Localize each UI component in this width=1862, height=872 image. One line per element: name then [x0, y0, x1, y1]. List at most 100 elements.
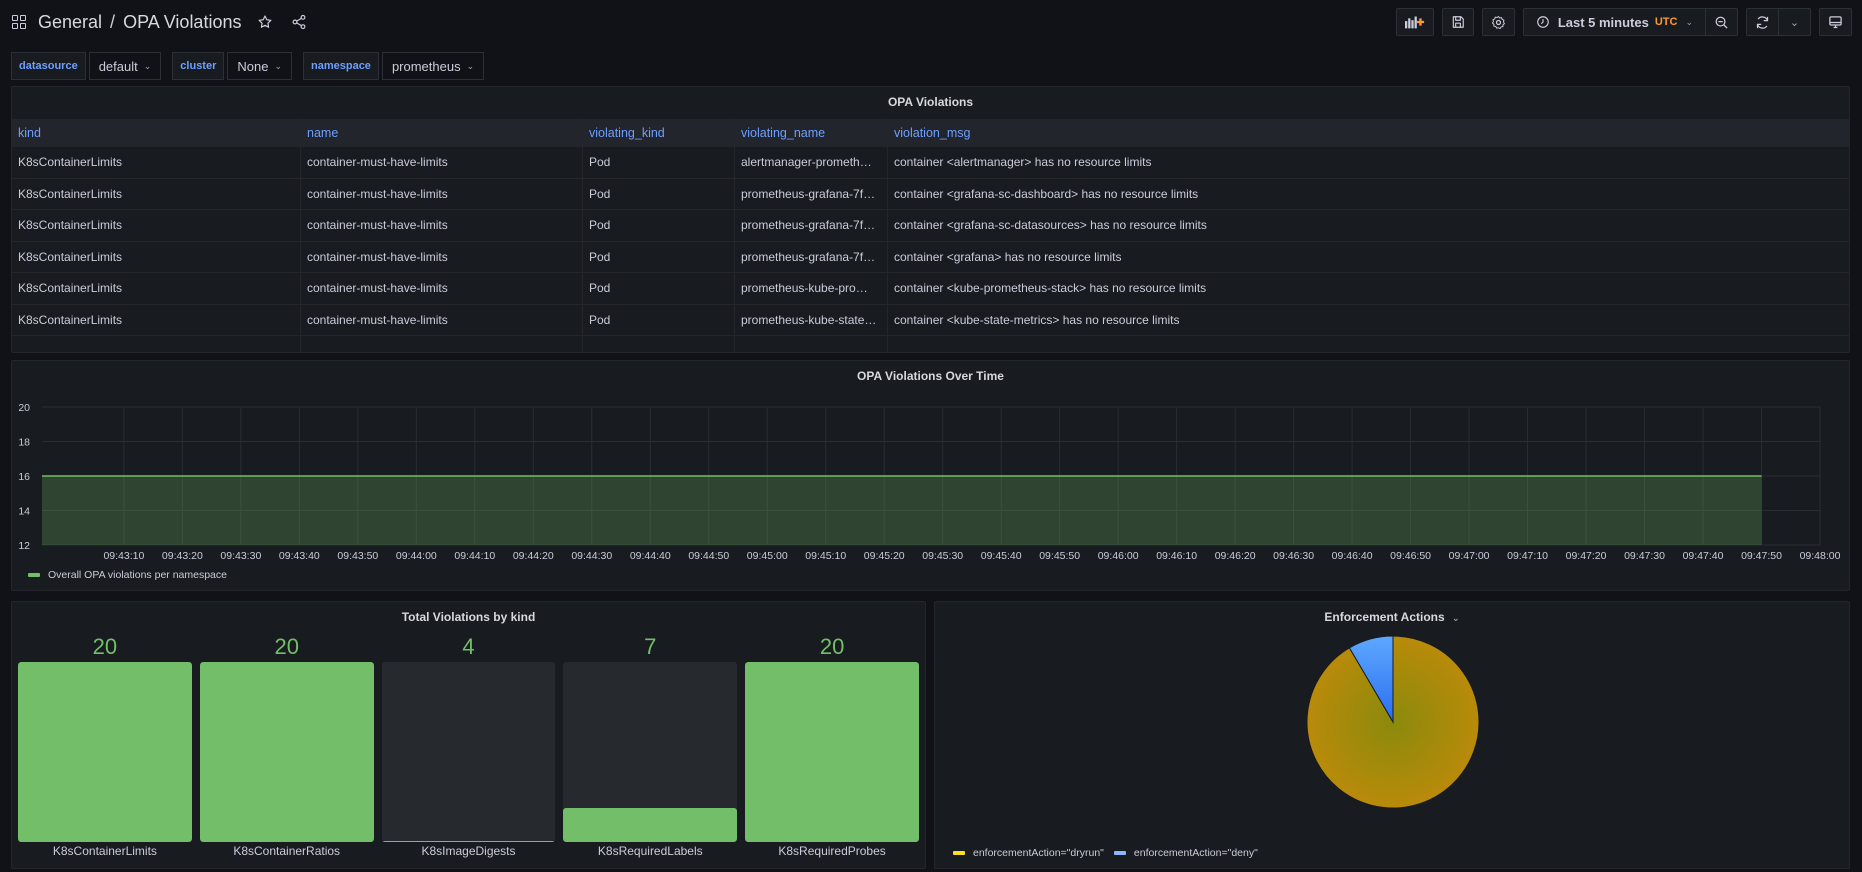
cell-violating-kind: Pod — [583, 241, 735, 272]
column-header-kind[interactable]: kind — [12, 119, 301, 147]
table-row[interactable]: K8sContainerLimits container-must-have-li… — [12, 210, 1849, 242]
cell-kind: K8sContainerLimits — [12, 147, 301, 178]
cell-violating-kind: Pod — [583, 304, 735, 335]
x-tick-label: 09:45:30 — [922, 550, 963, 562]
bar-category-label: K8sImageDigests — [421, 844, 516, 858]
table-row[interactable]: K8sContainerLimits container-must-have-li… — [12, 147, 1849, 179]
variable-value: default — [98, 58, 138, 74]
breadcrumb: General / OPA Violations — [12, 10, 309, 34]
pie-legend: enforcementAction="dryrun" enforcementAct… — [953, 842, 1268, 860]
add-panel-button[interactable] — [1395, 8, 1434, 36]
x-tick-label: 09:43:30 — [220, 550, 261, 562]
x-tick-label: 09:47:00 — [1449, 550, 1490, 562]
cell-kind: K8sContainerLimits — [12, 178, 301, 209]
timeseries-legend: Overall OPA violations per namespace — [28, 564, 237, 582]
x-tick-label: 09:44:30 — [571, 550, 612, 562]
pie-chart[interactable] — [935, 602, 1851, 870]
timeseries-chart[interactable]: 20 18 16 14 12 09:43:10 09:43:20 09:43:30 09:43:… — [12, 361, 1851, 592]
time-range-picker[interactable]: Last 5 minutes UTC ⌄ — [1522, 8, 1706, 36]
legend-item[interactable]: enforcementAction="deny" — [1113, 847, 1258, 859]
dashboard-settings-button[interactable] — [1481, 8, 1515, 36]
table-row[interactable]: K8sContainerLimits container-must-have-li… — [12, 178, 1849, 210]
save-icon — [1452, 16, 1464, 28]
time-range-label: Last 5 minutes — [1557, 14, 1649, 30]
cluster-select[interactable]: None ⌄ — [227, 52, 292, 80]
variable-namespace: namespace prometheus ⌄ — [303, 52, 485, 80]
namespace-select[interactable]: prometheus ⌄ — [381, 52, 485, 80]
x-tick-label: 09:46:30 — [1273, 550, 1314, 562]
panel-title[interactable]: Total Violations by kind — [12, 610, 925, 624]
zoom-out-time-button[interactable] — [1706, 8, 1738, 36]
cell-name: container-must-have-limits — [301, 273, 583, 304]
x-tick-label: 09:44:00 — [396, 550, 437, 562]
variable-cluster: cluster None ⌄ — [172, 52, 292, 80]
column-header-violation-msg[interactable]: violation_msg — [888, 119, 1849, 147]
bar-track — [199, 662, 374, 842]
x-tick-label: 09:47:10 — [1507, 550, 1548, 562]
empty-cell — [301, 336, 583, 352]
bar-gauge-item[interactable]: 20 K8sContainerLimits — [18, 630, 192, 860]
empty-cell — [12, 336, 301, 352]
template-variables: datasource default ⌄ cluster None ⌄ namesp… — [11, 52, 495, 80]
bar-fill — [381, 841, 556, 842]
x-tick-label: 09:43:40 — [279, 550, 320, 562]
cell-name: container-must-have-limits — [301, 178, 583, 209]
monitor-icon — [1829, 15, 1842, 28]
column-header-violating-name[interactable]: violating_name — [735, 119, 888, 147]
x-tick-label: 09:46:00 — [1098, 550, 1139, 562]
bar-value-label: 7 — [644, 634, 657, 659]
breadcrumb-folder[interactable]: General — [38, 12, 102, 33]
panel-title[interactable]: OPA Violations — [12, 95, 1849, 109]
cell-violating-kind: Pod — [583, 210, 735, 241]
legend-label: enforcementAction="deny" — [1133, 847, 1258, 859]
x-tick-label: 09:46:40 — [1332, 550, 1373, 562]
bar-gauge-item[interactable]: 20 K8sContainerRatios — [199, 630, 374, 860]
x-tick-label: 09:43:10 — [103, 550, 144, 562]
cell-violating-name: prometheus-grafana-7f… — [735, 241, 888, 272]
bar-fill — [18, 662, 192, 842]
bar-gauge-item[interactable]: 7 K8sRequiredLabels — [563, 630, 738, 860]
chevron-down-icon: ⌄ — [1685, 16, 1693, 27]
bar-category-label: K8sRequiredProbes — [778, 844, 886, 858]
time-picker-group: Last 5 minutes UTC ⌄ — [1522, 8, 1738, 38]
zoom-out-icon — [1715, 16, 1728, 29]
bar-gauge-item[interactable]: 20 K8sRequiredProbes — [745, 630, 919, 860]
refresh-interval-dropdown[interactable]: ⌄ — [1779, 8, 1811, 36]
star-icon[interactable] — [255, 12, 275, 32]
legend-item[interactable]: enforcementAction="dryrun" — [953, 847, 1104, 859]
legend-label: Overall OPA violations per namespace — [48, 569, 227, 581]
series-area — [42, 476, 1762, 545]
legend-item[interactable]: Overall OPA violations per namespace — [28, 569, 227, 581]
x-tick-label: 09:45:10 — [805, 550, 846, 562]
bar-gauge: 20 K8sContainerLimits 20 K8sContainerRatios… — [18, 630, 919, 860]
bar-fill — [745, 662, 919, 842]
bar-value-label: 20 — [274, 634, 299, 659]
dashboard-title[interactable]: OPA Violations — [123, 12, 241, 33]
x-tick-label: 09:45:40 — [981, 550, 1022, 562]
table-row[interactable]: K8sContainerLimits container-must-have-li… — [12, 273, 1849, 305]
refresh-group: ⌄ — [1746, 8, 1811, 38]
opa-violations-table-panel: OPA Violations kind name violating_kind … — [11, 86, 1850, 353]
cell-violating-name: alertmanager-prometh… — [735, 147, 888, 178]
table-row[interactable]: K8sContainerLimits container-must-have-li… — [12, 304, 1849, 336]
cell-kind: K8sContainerLimits — [12, 210, 301, 241]
x-tick-label: 09:43:50 — [337, 550, 378, 562]
column-header-violating-kind[interactable]: violating_kind — [583, 119, 735, 147]
table-row[interactable]: K8sContainerLimits container-must-have-li… — [12, 241, 1849, 273]
share-icon[interactable] — [289, 12, 309, 32]
save-dashboard-button[interactable] — [1441, 8, 1474, 36]
datasource-select[interactable]: default ⌄ — [88, 52, 162, 80]
x-tick-label: 09:43:20 — [162, 550, 203, 562]
column-header-name[interactable]: name — [301, 119, 583, 147]
enforcement-actions-panel: Enforcement Actions ⌄ enforcementAction=… — [934, 601, 1850, 869]
y-tick-label: 16 — [18, 471, 30, 483]
tv-mode-button[interactable] — [1819, 8, 1852, 36]
bar-category-label: K8sRequiredLabels — [597, 844, 703, 858]
refresh-icon — [1756, 15, 1769, 29]
bar-gauge-item[interactable]: 4 K8sImageDigests — [381, 630, 556, 860]
x-tick-label: 09:45:50 — [1039, 550, 1080, 562]
breadcrumb-separator: / — [110, 11, 116, 32]
refresh-button[interactable] — [1746, 8, 1779, 36]
dashboards-grid-icon[interactable] — [12, 15, 26, 29]
chevron-down-icon: ⌄ — [466, 60, 475, 71]
